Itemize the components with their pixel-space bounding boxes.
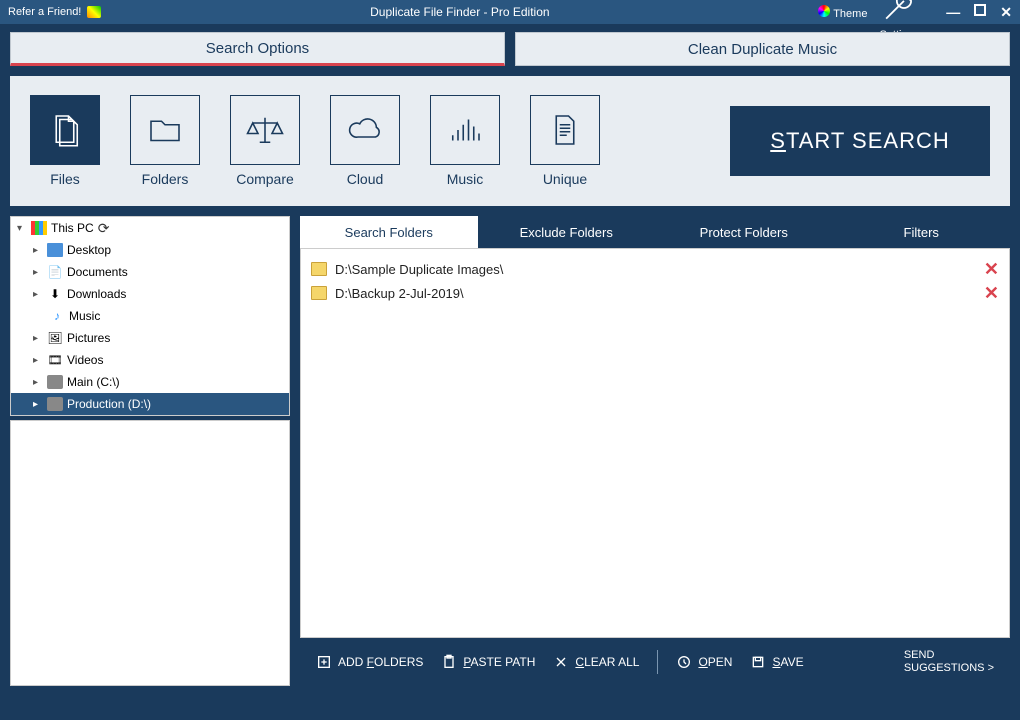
save-icon — [750, 654, 766, 670]
desktop-icon — [47, 243, 63, 257]
add-icon — [316, 654, 332, 670]
folder-tree[interactable]: ▾This PC⟳ ▸Desktop ▸📄Documents ▸⬇Downloa… — [10, 216, 290, 416]
folder-list: D:\Sample Duplicate Images\✕ D:\Backup 2… — [300, 248, 1010, 638]
sidebar: ▾This PC⟳ ▸Desktop ▸📄Documents ▸⬇Downloa… — [10, 216, 290, 686]
save-button[interactable]: SAVE — [750, 654, 803, 670]
tool-files[interactable]: Files — [30, 95, 100, 187]
pc-icon — [31, 221, 47, 235]
wrench-icon — [879, 0, 922, 26]
titlebar: Refer a Friend! Duplicate File Finder - … — [0, 0, 1020, 24]
paste-icon — [441, 654, 457, 670]
preview-panel — [10, 420, 290, 686]
remove-folder-icon[interactable]: ✕ — [984, 283, 999, 304]
open-icon — [676, 654, 692, 670]
remove-folder-icon[interactable]: ✕ — [984, 259, 999, 280]
documents-icon: 📄 — [47, 265, 63, 279]
folder-subtabs: Search Folders Exclude Folders Protect F… — [300, 216, 1010, 248]
tree-item[interactable]: ♪Music — [11, 305, 289, 327]
tree-item[interactable]: ▸Desktop — [11, 239, 289, 261]
toolbar: Files Folders Compare Cloud Music Unique… — [10, 76, 1010, 206]
tree-item[interactable]: ▸🎞Videos — [11, 349, 289, 371]
tree-item[interactable]: ▸📄Documents — [11, 261, 289, 283]
folder-row[interactable]: D:\Sample Duplicate Images\✕ — [311, 257, 999, 281]
tab-clean-music[interactable]: Clean Duplicate Music — [515, 32, 1010, 66]
document-icon — [544, 109, 586, 151]
theme-button[interactable]: Theme — [818, 5, 867, 20]
open-button[interactable]: OPEN — [676, 654, 732, 670]
files-icon — [44, 109, 86, 151]
start-search-button[interactable]: START SEARCH — [730, 106, 990, 176]
close-button[interactable]: ✕ — [1000, 4, 1012, 21]
paste-path-button[interactable]: PASTE PATH — [441, 654, 535, 670]
folder-icon — [311, 262, 327, 276]
refer-friend-icon — [87, 6, 101, 18]
tree-item[interactable]: ▸⬇Downloads — [11, 283, 289, 305]
tree-item[interactable]: ▸Main (C:\) — [11, 371, 289, 393]
tree-root[interactable]: ▾This PC⟳ — [11, 217, 289, 239]
clear-all-button[interactable]: CLEAR ALL — [553, 654, 639, 670]
add-folders-button[interactable]: ADD FOLDERS — [316, 654, 423, 670]
refer-friend-link[interactable]: Refer a Friend! — [8, 6, 81, 18]
send-suggestions-button[interactable]: SENDSUGGESTIONS > — [904, 649, 994, 675]
music-icon: ♪ — [49, 309, 65, 323]
folder-row[interactable]: D:\Backup 2-Jul-2019\✕ — [311, 281, 999, 305]
footer-toolbar: ADD FOLDERS PASTE PATH CLEAR ALL OPEN SA… — [300, 638, 1010, 686]
subtab-filters[interactable]: Filters — [833, 216, 1011, 248]
folder-icon — [144, 109, 186, 151]
tool-folders[interactable]: Folders — [130, 95, 200, 187]
tool-cloud[interactable]: Cloud — [330, 95, 400, 187]
maximize-button[interactable] — [974, 4, 986, 16]
tool-compare[interactable]: Compare — [230, 95, 300, 187]
tree-item-selected[interactable]: ▸Production (D:\) — [11, 393, 289, 415]
tool-unique[interactable]: Unique — [530, 95, 600, 187]
videos-icon: 🎞 — [47, 353, 63, 367]
scales-icon — [244, 109, 286, 151]
minimize-button[interactable]: — — [946, 4, 960, 21]
tab-search-options[interactable]: Search Options — [10, 32, 505, 66]
subtab-search-folders[interactable]: Search Folders — [300, 216, 478, 248]
refresh-icon[interactable]: ⟳ — [98, 220, 110, 237]
folder-icon — [311, 286, 327, 300]
equalizer-icon — [444, 109, 486, 151]
drive-c-icon — [47, 375, 63, 389]
drive-d-icon — [47, 397, 63, 411]
clear-icon — [553, 654, 569, 670]
subtab-exclude-folders[interactable]: Exclude Folders — [478, 216, 656, 248]
window-title: Duplicate File Finder - Pro Edition — [101, 5, 818, 19]
subtab-protect-folders[interactable]: Protect Folders — [655, 216, 833, 248]
tool-music[interactable]: Music — [430, 95, 500, 187]
downloads-icon: ⬇ — [47, 287, 63, 301]
pictures-icon: 🖼 — [47, 331, 63, 345]
divider — [657, 650, 658, 674]
theme-icon — [818, 5, 830, 17]
cloud-icon — [344, 109, 386, 151]
tree-item[interactable]: ▸🖼Pictures — [11, 327, 289, 349]
